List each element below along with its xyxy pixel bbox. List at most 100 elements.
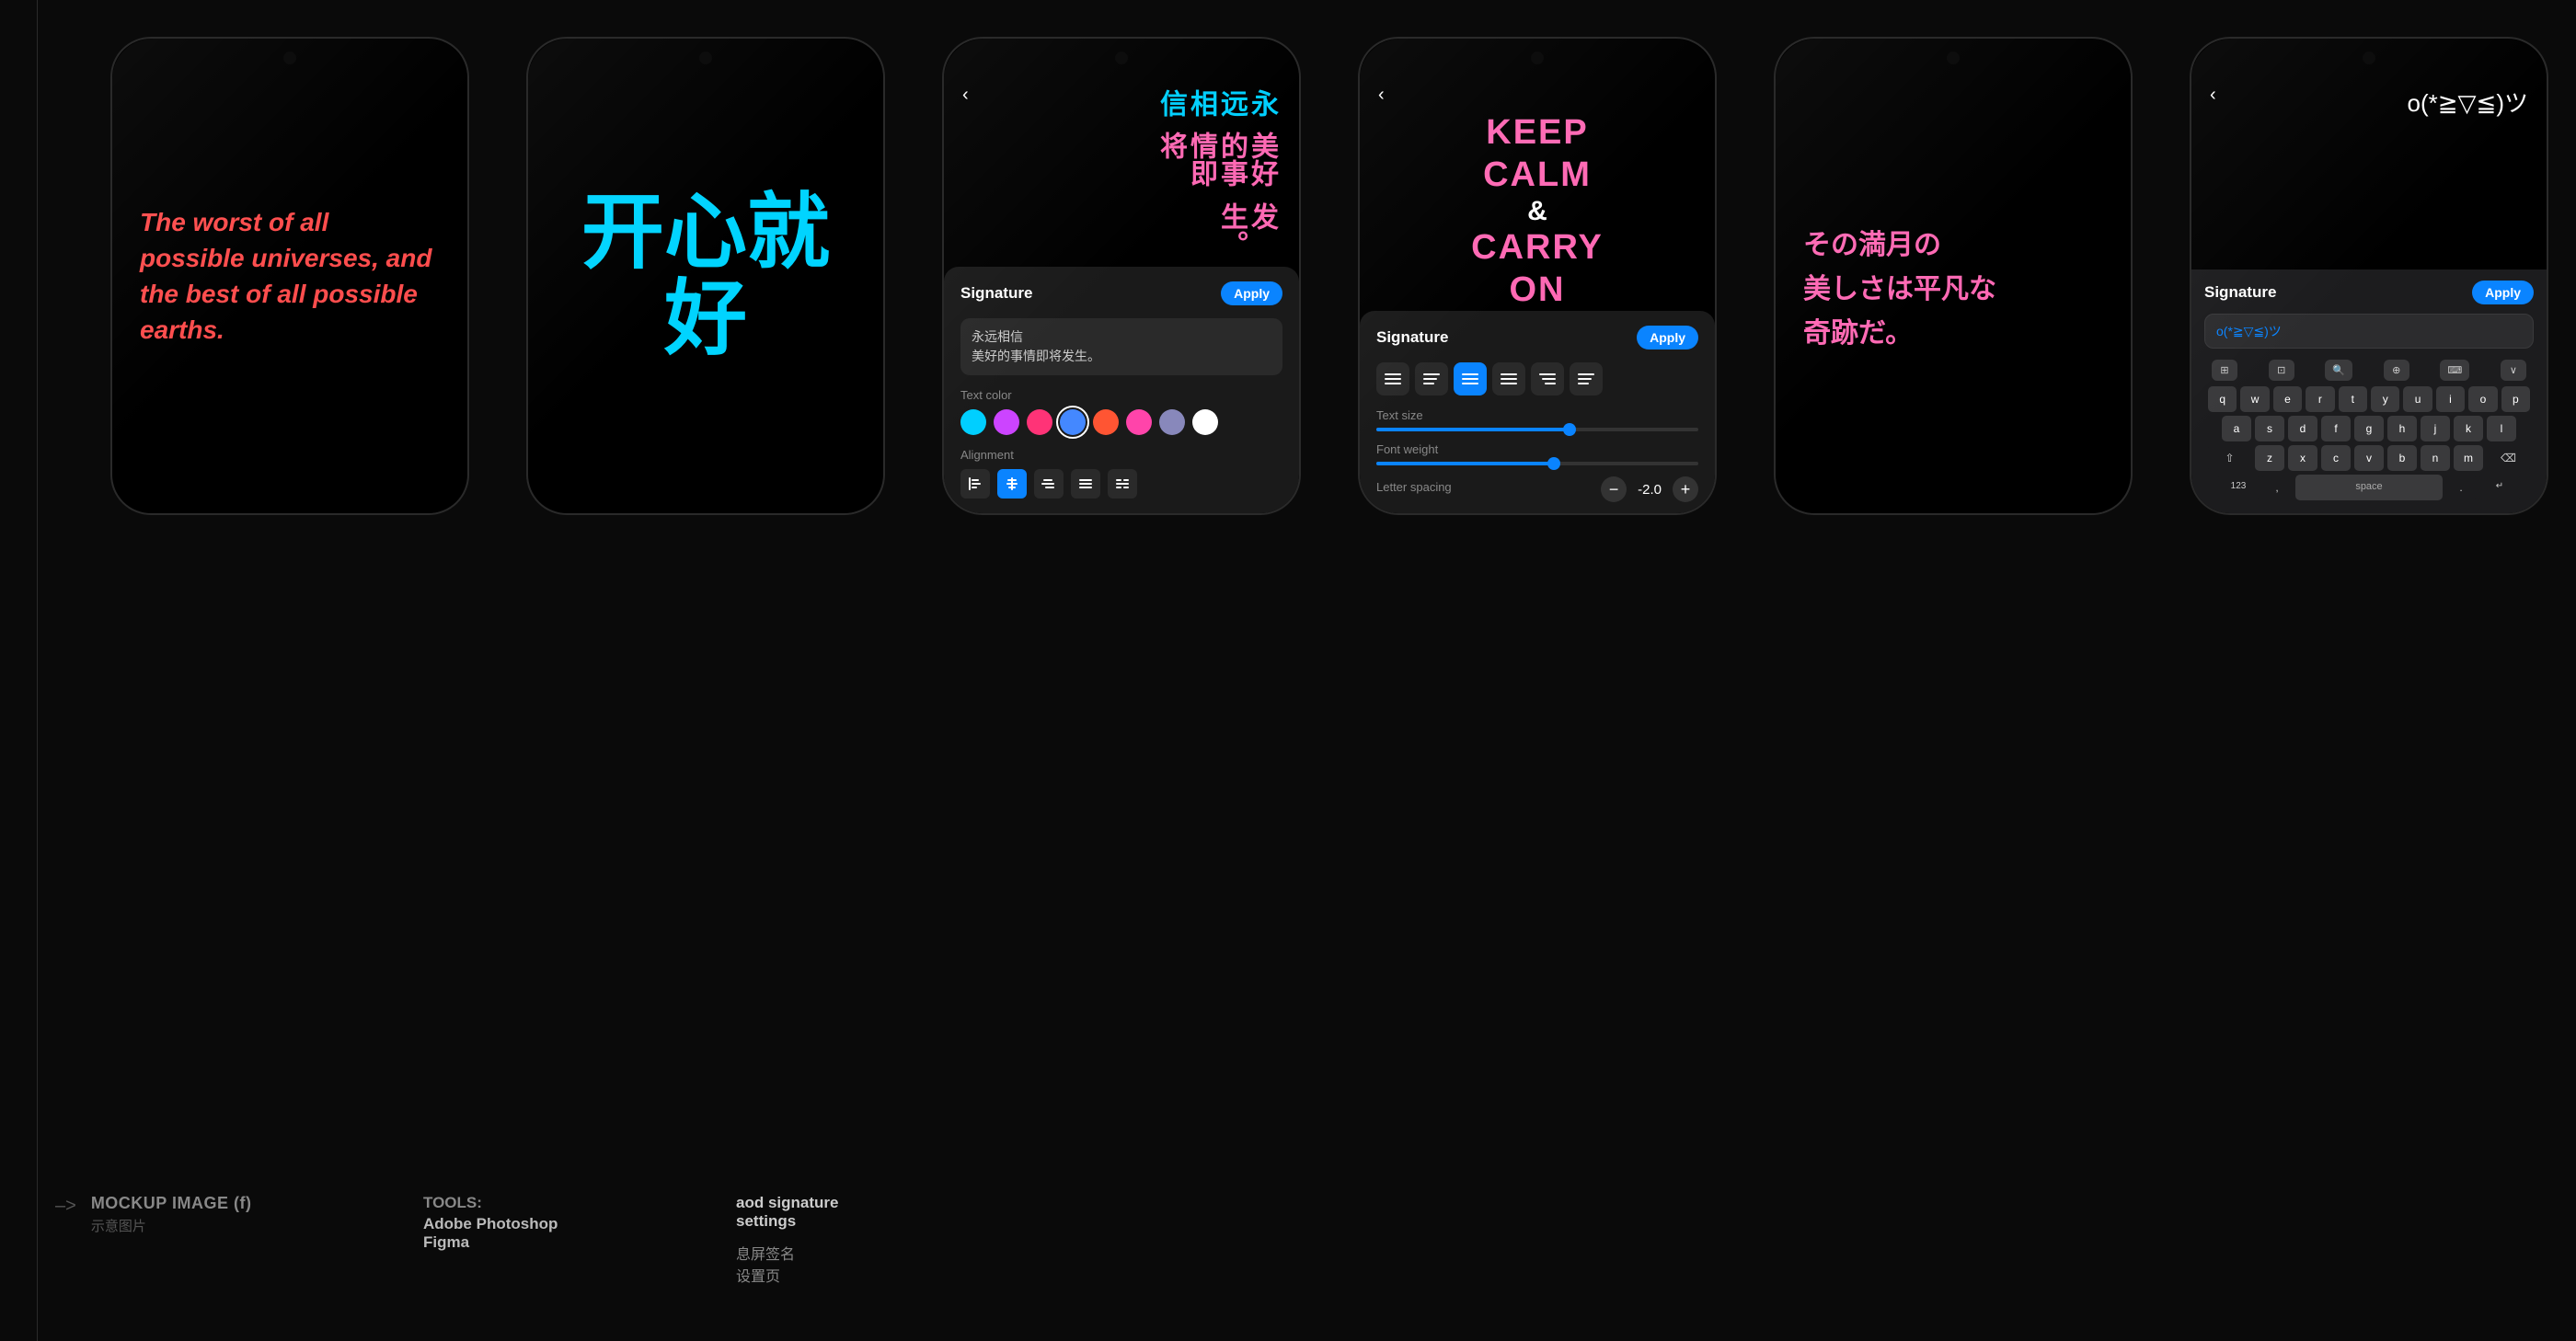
phone3-text-input[interactable]: 永远相信 美好的事情即将发生。 [960, 318, 1282, 375]
phone6-back-arrow[interactable]: ‹ [2210, 85, 2216, 106]
align-center[interactable] [997, 469, 1027, 499]
phone4-align-row [1376, 362, 1698, 395]
phone4-align-1[interactable] [1376, 362, 1409, 395]
phone4-back-arrow[interactable]: ‹ [1378, 85, 1385, 106]
key-a[interactable]: a [2222, 416, 2251, 441]
key-h[interactable]: h [2387, 416, 2417, 441]
phone6-signature-panel: Signature Apply o(*≧▽≦)ツ ⊞ ⊡ 🔍 ⊕ ⌨ ∨ [2191, 269, 2547, 513]
key-return[interactable]: ↵ [2479, 475, 2520, 500]
footer-tools: TOOLS: Adobe Photoshop Figma [423, 1194, 736, 1252]
phone4-align-5[interactable] [1531, 362, 1564, 395]
phone-5: その満月の 美しさは平凡な 奇跡だ。 [1774, 37, 2133, 515]
key-123[interactable]: 123 [2218, 475, 2259, 500]
phone1-screen: The worst of all possible universes, and… [112, 39, 467, 513]
align-justify[interactable] [1071, 469, 1100, 499]
phone4-font-weight-track[interactable] [1376, 462, 1698, 465]
keep-calm-line4: CARRY [1471, 227, 1604, 269]
phone4-text-size-fill [1376, 428, 1570, 431]
key-o[interactable]: o [2468, 386, 2497, 412]
key-shift[interactable]: ⇧ [2208, 445, 2251, 471]
kb-btn-4[interactable]: ⊕ [2384, 360, 2409, 381]
key-r[interactable]: r [2306, 386, 2334, 412]
key-space[interactable]: space [2295, 475, 2443, 500]
kb-btn-search[interactable]: 🔍 [2325, 360, 2352, 381]
color-dot-pink[interactable] [1027, 409, 1052, 435]
phone4-text-size-thumb[interactable] [1563, 423, 1576, 436]
key-p[interactable]: p [2501, 386, 2530, 412]
key-z[interactable]: z [2255, 445, 2284, 471]
key-backspace[interactable]: ⌫ [2487, 445, 2530, 471]
phone3-apply-button[interactable]: Apply [1221, 281, 1282, 305]
footer-section: –> MOCKUP IMAGE (f) 示意图片 TOOLS: Adobe Ph… [55, 1194, 2521, 1286]
key-y[interactable]: y [2371, 386, 2399, 412]
color-dot-blue[interactable] [1060, 409, 1086, 435]
key-s[interactable]: s [2255, 416, 2284, 441]
phone4-text-size-track[interactable] [1376, 428, 1698, 431]
key-u[interactable]: u [2403, 386, 2432, 412]
key-period[interactable]: . [2446, 475, 2476, 500]
key-m[interactable]: m [2454, 445, 2483, 471]
phone6-apply-button[interactable]: Apply [2472, 281, 2534, 304]
kb-btn-2[interactable]: ⊡ [2269, 360, 2294, 381]
phone3-settings-panel: Signature Apply 永远相信 美好的事情即将发生。 Text col… [944, 267, 1299, 513]
mockup-label: MOCKUP IMAGE (f) [91, 1194, 252, 1213]
phone6-input-field[interactable]: o(*≧▽≦)ツ [2204, 314, 2534, 349]
key-x[interactable]: x [2288, 445, 2317, 471]
key-l[interactable]: l [2487, 416, 2516, 441]
key-g[interactable]: g [2354, 416, 2384, 441]
tool2-label: Figma [423, 1233, 736, 1252]
phone4-settings-header: Signature Apply [1376, 326, 1698, 350]
kb-btn-chevron[interactable]: ∨ [2501, 360, 2526, 381]
phone6-sig-label: Signature [2204, 283, 2276, 302]
color-dot-purple[interactable] [994, 409, 1019, 435]
kb-row-3: ⇧ z x c v b n m ⌫ [2208, 445, 2530, 471]
mockup-label-group: MOCKUP IMAGE (f) 示意图片 [91, 1194, 252, 1235]
key-v[interactable]: v [2354, 445, 2384, 471]
phone3-back-arrow[interactable]: ‹ [962, 85, 969, 106]
key-comma[interactable]: , [2262, 475, 2292, 500]
phone4-align-3-active[interactable] [1454, 362, 1487, 395]
align-right[interactable] [1034, 469, 1064, 499]
phone4-align-4[interactable] [1492, 362, 1525, 395]
phone4-font-weight-thumb[interactable] [1547, 457, 1560, 470]
phone5-line1: その満月の [1803, 224, 1996, 268]
key-w[interactable]: w [2240, 386, 2269, 412]
kb-btn-1[interactable]: ⊞ [2212, 360, 2237, 381]
key-c[interactable]: c [2321, 445, 2351, 471]
key-q[interactable]: q [2208, 386, 2237, 412]
phone3-input-line2: 美好的事情即将发生。 [972, 347, 1271, 366]
phone4-text-size-label: Text size [1376, 408, 1698, 422]
color-dot-lavender[interactable] [1159, 409, 1185, 435]
keep-calm-container: KEEP CALM & CARRY ON [1471, 112, 1604, 311]
key-f[interactable]: f [2321, 416, 2351, 441]
phone4-ls-value: -2.0 [1638, 482, 1662, 498]
color-dot-white[interactable] [1192, 409, 1218, 435]
phone4-letter-spacing-label: Letter spacing [1376, 480, 1452, 494]
phone4-notch [1531, 52, 1544, 64]
align-spread[interactable] [1108, 469, 1137, 499]
color-dot-cyan[interactable] [960, 409, 986, 435]
kb-btn-5[interactable]: ⌨ [2440, 360, 2469, 381]
phone4-align-2[interactable] [1415, 362, 1448, 395]
key-b[interactable]: b [2387, 445, 2417, 471]
color-dot-orange[interactable] [1093, 409, 1119, 435]
tool1-label: Adobe Photoshop [423, 1215, 736, 1233]
key-j[interactable]: j [2421, 416, 2450, 441]
color-dot-hotpink[interactable] [1126, 409, 1152, 435]
phone5-line2: 美しさは平凡な [1803, 268, 1996, 312]
phone4-apply-button[interactable]: Apply [1637, 326, 1698, 350]
align-left-vert[interactable] [960, 469, 990, 499]
phone4-ls-minus[interactable]: − [1601, 476, 1627, 502]
phone4-align-6[interactable] [1570, 362, 1603, 395]
key-d[interactable]: d [2288, 416, 2317, 441]
kb-row-1: q w e r t y u i o p [2208, 386, 2530, 412]
phone-6: ‹ o(*≧▽≦)ツ Signature Apply o(*≧▽≦)ツ ⊞ ⊡ [2190, 37, 2548, 515]
phone4-ls-plus[interactable]: + [1673, 476, 1698, 502]
phone3-notch [1115, 52, 1128, 64]
tools-label: TOOLS: [423, 1194, 736, 1212]
key-k[interactable]: k [2454, 416, 2483, 441]
key-n[interactable]: n [2421, 445, 2450, 471]
key-e[interactable]: e [2273, 386, 2302, 412]
key-i[interactable]: i [2436, 386, 2465, 412]
key-t[interactable]: t [2339, 386, 2367, 412]
